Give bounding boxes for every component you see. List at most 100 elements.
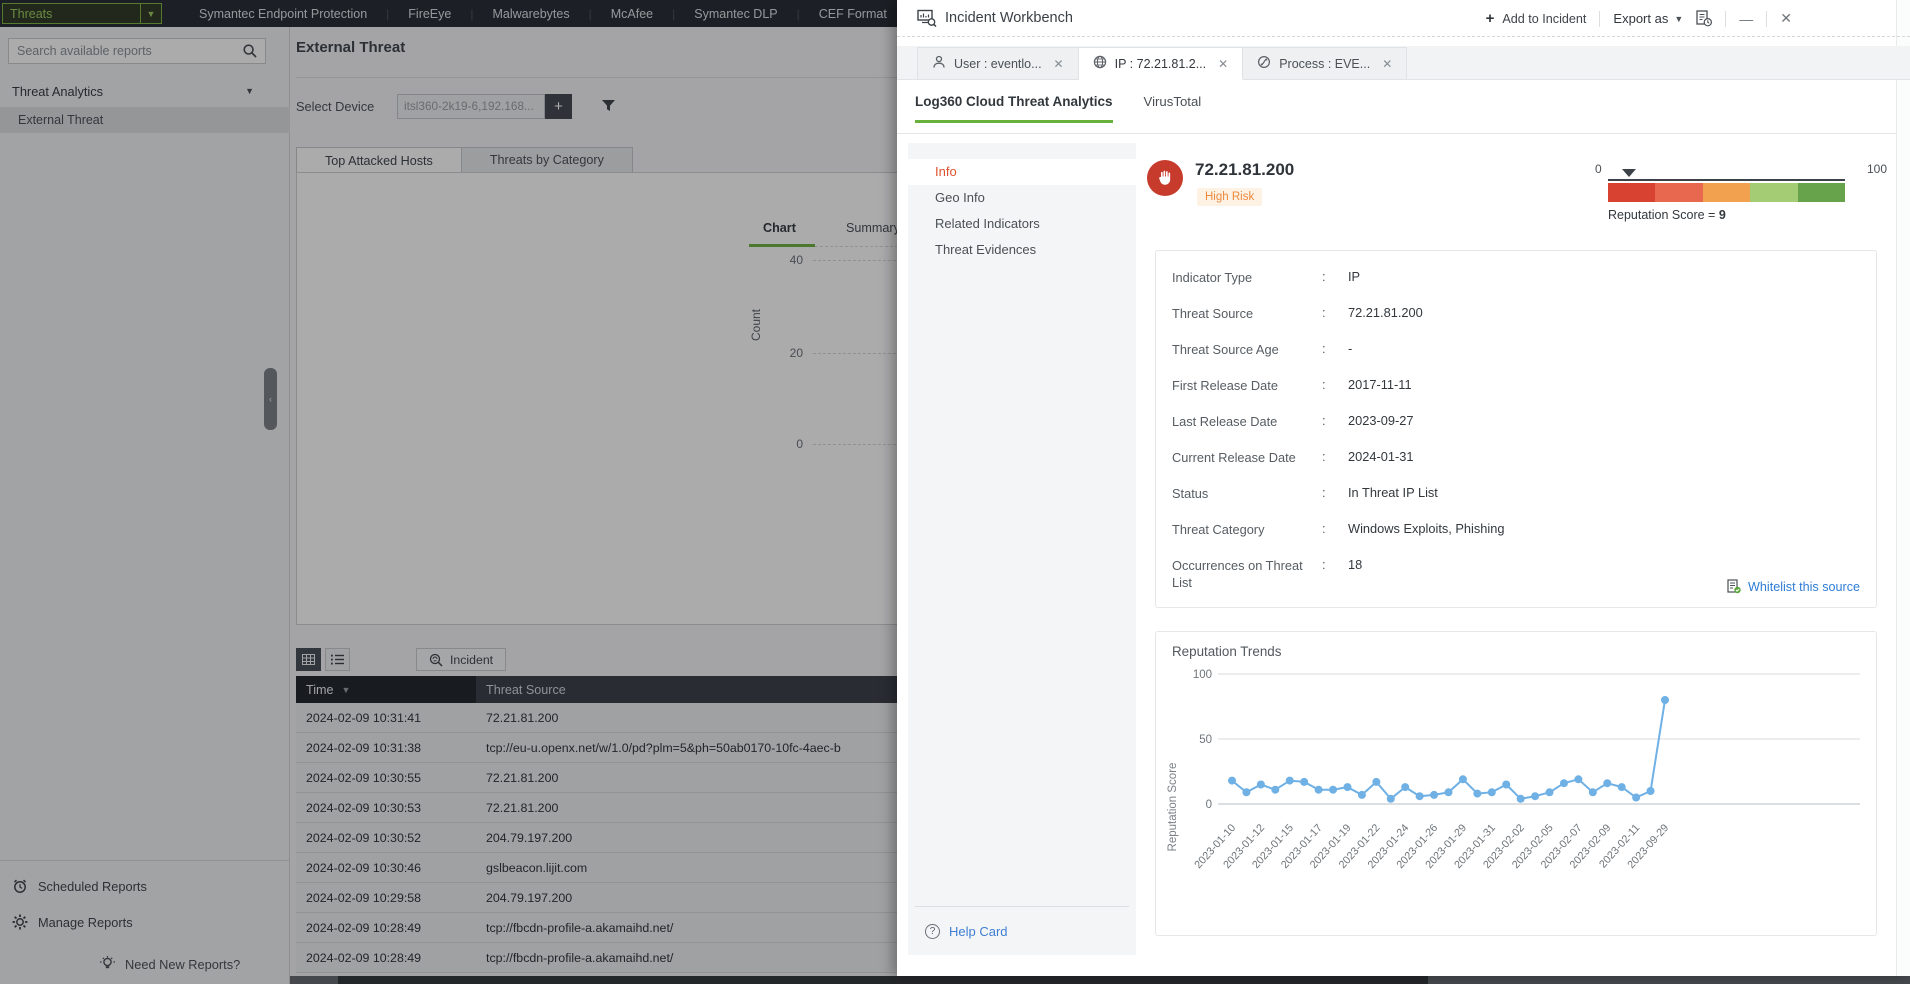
entity-tab-label: Process : EVE... <box>1279 57 1370 71</box>
stop-hand-glyph <box>1155 168 1175 188</box>
help-card-label: Help Card <box>949 924 1008 939</box>
detail-label: Status <box>1172 485 1322 502</box>
close-icon[interactable]: ✕ <box>1054 57 1064 71</box>
workbench-header: Incident Workbench + Add to Incident Exp… <box>897 0 1910 37</box>
gauge-score-text: Reputation Score = 9 <box>1608 208 1726 222</box>
gauge-segment <box>1608 183 1655 202</box>
globe-icon <box>1093 55 1107 72</box>
workbench-nav-item[interactable]: Related Indicators <box>908 211 1136 237</box>
entity-tab-label: IP : 72.21.81.2... <box>1115 57 1207 71</box>
data-point[interactable] <box>1257 781 1265 789</box>
detail-label: Threat Source Age <box>1172 341 1322 358</box>
detail-value: 72.21.81.200 <box>1348 305 1860 322</box>
y-tick-label: 0 <box>1206 799 1212 811</box>
data-point[interactable] <box>1603 779 1611 787</box>
detail-row: First Release Date:2017-11-11 <box>1172 367 1860 403</box>
reputation-trends-chart: 050100Reputation Score2023-01-102023-01-… <box>1160 662 1870 935</box>
data-point[interactable] <box>1517 795 1525 803</box>
data-point[interactable] <box>1488 788 1496 796</box>
trends-title: Reputation Trends <box>1172 644 1281 659</box>
gauge-bar <box>1608 183 1845 202</box>
detail-label: Current Release Date <box>1172 449 1322 466</box>
data-point[interactable] <box>1430 791 1438 799</box>
detail-value: 2024-01-31 <box>1348 449 1860 466</box>
data-point[interactable] <box>1286 777 1294 785</box>
screen: Threats ▼ Symantec Endpoint Protection|F… <box>0 0 1910 984</box>
data-point[interactable] <box>1242 788 1250 796</box>
close-icon[interactable]: ✕ <box>1218 57 1228 71</box>
detail-colon: : <box>1322 269 1348 286</box>
data-point[interactable] <box>1372 778 1380 786</box>
data-point[interactable] <box>1574 775 1582 783</box>
divider <box>1599 11 1600 27</box>
data-point[interactable] <box>1387 795 1395 803</box>
risk-badge: High Risk <box>1197 188 1262 206</box>
chevron-down-icon: ▼ <box>1674 14 1683 24</box>
detail-label: Threat Source <box>1172 305 1322 322</box>
panel-scroll-gutter[interactable] <box>1896 0 1910 976</box>
detail-value: 2017-11-11 <box>1348 377 1860 394</box>
detail-colon: : <box>1322 377 1348 394</box>
data-point[interactable] <box>1343 783 1351 791</box>
data-point[interactable] <box>1459 775 1467 783</box>
data-point[interactable] <box>1228 777 1236 785</box>
source-tabs: Log360 Cloud Threat Analytics VirusTotal <box>897 94 1910 123</box>
detail-rows: Indicator Type:IPThreat Source:72.21.81.… <box>1172 259 1860 600</box>
data-point[interactable] <box>1589 788 1597 796</box>
data-point[interactable] <box>1315 786 1323 794</box>
gauge-segment <box>1655 183 1702 202</box>
gauge-max: 100 <box>1867 162 1887 176</box>
data-point[interactable] <box>1502 781 1510 789</box>
gauge-min: 0 <box>1595 162 1602 176</box>
data-point[interactable] <box>1329 786 1337 794</box>
detail-colon: : <box>1322 485 1348 502</box>
data-point[interactable] <box>1531 792 1539 800</box>
data-point[interactable] <box>1632 794 1640 802</box>
horizontal-scrollbar[interactable] <box>290 976 1910 984</box>
data-point[interactable] <box>1546 788 1554 796</box>
data-point[interactable] <box>1300 778 1308 786</box>
entity-tab[interactable]: IP : 72.21.81.2... ✕ <box>1079 47 1244 80</box>
close-icon[interactable]: ✕ <box>1382 57 1392 71</box>
export-as-button[interactable]: Export as ▼ <box>1613 11 1683 26</box>
whitelist-source-link[interactable]: Whitelist this source <box>1727 579 1860 594</box>
plus-icon: + <box>1486 10 1495 27</box>
entity-tab[interactable]: Process : EVE... ✕ <box>1243 47 1407 80</box>
detail-label: First Release Date <box>1172 377 1322 394</box>
data-point[interactable] <box>1618 783 1626 791</box>
detail-label: Indicator Type <box>1172 269 1322 286</box>
close-icon[interactable]: ✕ <box>1780 10 1792 27</box>
gauge-segment <box>1750 183 1797 202</box>
data-point[interactable] <box>1358 791 1366 799</box>
source-tab[interactable]: Log360 Cloud Threat Analytics <box>915 94 1113 123</box>
gauge-marker-icon <box>1622 169 1636 177</box>
schedule-export-icon[interactable] <box>1696 10 1712 27</box>
gauge-axis <box>1608 179 1845 181</box>
detail-row: Last Release Date:2023-09-27 <box>1172 403 1860 439</box>
help-card-link[interactable]: ? Help Card <box>925 924 1008 939</box>
entity-tab[interactable]: User : eventlo... ✕ <box>917 47 1079 80</box>
workbench-nav-item[interactable]: Info <box>908 159 1136 185</box>
data-point[interactable] <box>1661 696 1669 704</box>
incident-workbench-panel: Incident Workbench + Add to Incident Exp… <box>897 0 1910 976</box>
y-tick-label: 50 <box>1199 734 1212 746</box>
workbench-nav-item[interactable]: Geo Info <box>908 185 1136 211</box>
data-point[interactable] <box>1560 779 1568 787</box>
add-to-incident-button[interactable]: + Add to Incident <box>1486 10 1587 27</box>
add-to-incident-label: Add to Incident <box>1502 12 1586 26</box>
data-point[interactable] <box>1647 787 1655 795</box>
data-point[interactable] <box>1401 783 1409 791</box>
minimize-icon[interactable]: — <box>1739 11 1753 27</box>
data-point[interactable] <box>1416 792 1424 800</box>
entity-tab-label: User : eventlo... <box>954 57 1042 71</box>
detail-row: Threat Source:72.21.81.200 <box>1172 295 1860 331</box>
data-point[interactable] <box>1473 790 1481 798</box>
data-point[interactable] <box>1445 788 1453 796</box>
question-mark-icon: ? <box>925 924 940 939</box>
high-risk-hand-icon <box>1147 160 1183 196</box>
workbench-nav-item[interactable]: Threat Evidences <box>908 237 1136 263</box>
scrollbar-thumb[interactable] <box>338 976 1428 984</box>
detail-colon: : <box>1322 413 1348 430</box>
data-point[interactable] <box>1271 786 1279 794</box>
source-tab[interactable]: VirusTotal <box>1144 94 1202 123</box>
